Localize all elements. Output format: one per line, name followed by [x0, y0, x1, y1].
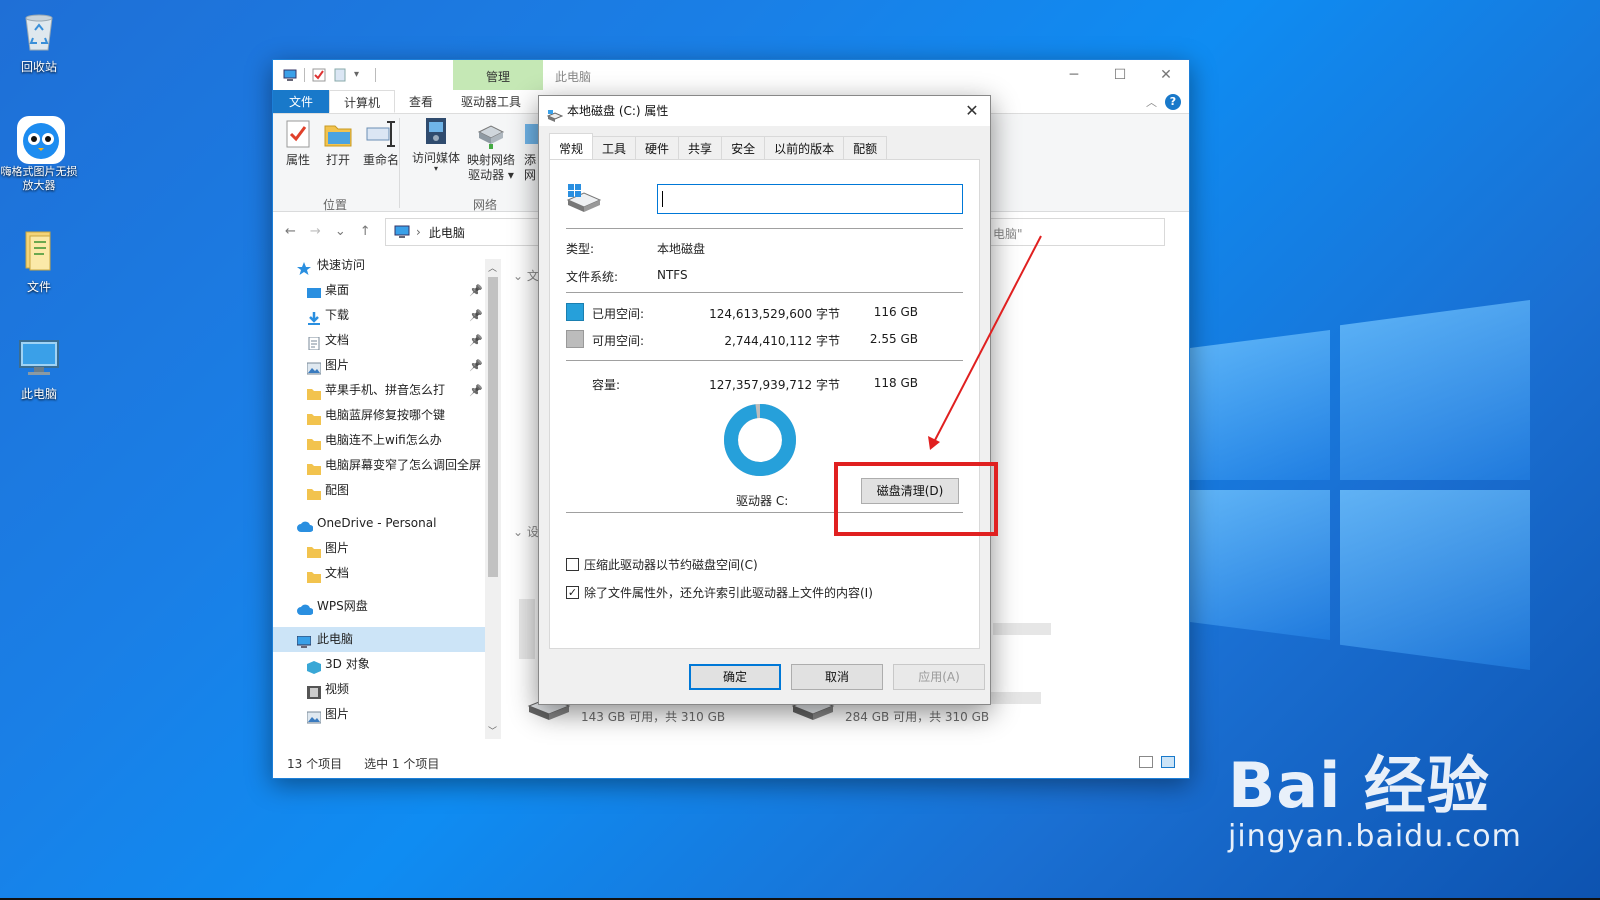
watermark-url: jingyan.baidu.com — [1228, 819, 1522, 854]
watermark-brand: Bai 经验 — [1228, 749, 1490, 822]
baidu-jingyan-watermark: Bai 经验 jingyan.baidu.com — [1228, 735, 1522, 854]
